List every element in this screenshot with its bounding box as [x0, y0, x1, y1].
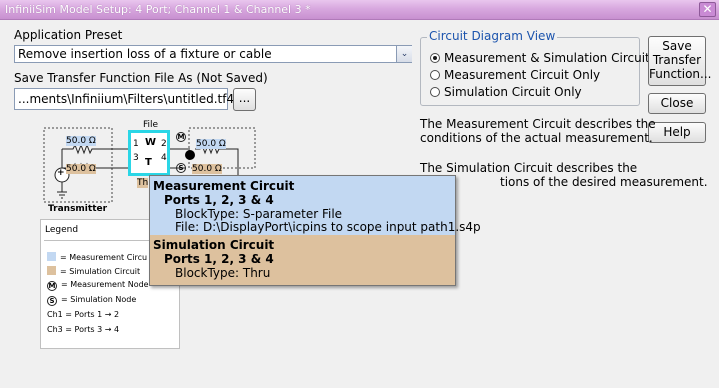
- port-4-label: 4: [161, 153, 167, 163]
- port-1-label: 1: [133, 139, 139, 149]
- legend-simulation-circuit: = Simulation Circuit: [47, 266, 140, 276]
- simulation-description-line1: The Simulation Circuit describes the: [420, 161, 638, 175]
- measurement-description-line1: The Measurement Circuit describes the: [420, 117, 656, 131]
- radio-measurement-and-simulation[interactable]: Measurement & Simulation Circuits: [430, 51, 656, 65]
- simulation-node-icon: S: [47, 296, 57, 306]
- legend-measurement-node-text: = Measurement Node: [61, 280, 149, 289]
- browse-button[interactable]: ...: [233, 88, 256, 111]
- close-button[interactable]: Close: [648, 93, 706, 114]
- application-preset-dropdown[interactable]: Remove insertion loss of a fixture or ca…: [14, 45, 412, 63]
- tooltip-measurement-blocktype: BlockType: S-parameter File: [175, 207, 343, 221]
- save-file-path-input[interactable]: ...ments\Infiniium\Filters\untitled.tf4: [14, 88, 234, 110]
- tooltip-measurement-file: File: D:\DisplayPort\icpins to scope inp…: [175, 220, 481, 234]
- save-file-path-value: ...ments\Infiniium\Filters\untitled.tf4: [18, 92, 235, 106]
- radio-simulation-only[interactable]: Simulation Circuit Only: [430, 85, 582, 99]
- simulation-node-icon: S: [176, 163, 186, 173]
- application-preset-label: Application Preset: [14, 28, 123, 42]
- block-w-label: W: [145, 137, 157, 148]
- radio-label: Measurement & Simulation Circuits: [444, 51, 656, 65]
- save-transfer-function-label-line3: Function...: [649, 67, 712, 81]
- transmitter-label: Transmitter: [48, 204, 108, 214]
- tooltip-simulation-title: Simulation Circuit: [153, 238, 275, 252]
- help-button[interactable]: Help: [648, 122, 706, 143]
- chevron-down-icon[interactable]: ⌄: [396, 46, 412, 62]
- legend-measurement-circuit-text: = Measurement Circu: [60, 253, 148, 262]
- save-transfer-function-label-line1: Save: [662, 39, 692, 53]
- legend-simulation-node-text: = Simulation Node: [61, 295, 137, 304]
- port-2-label: 2: [161, 139, 167, 149]
- simulation-swatch: [47, 266, 56, 275]
- circuit-diagram-view-label: Circuit Diagram View: [427, 29, 558, 43]
- tooltip-measurement-title: Measurement Circuit: [153, 179, 295, 193]
- tooltip-simulation-blocktype: BlockType: Thru: [175, 266, 271, 280]
- window-close-button[interactable]: ✕: [699, 2, 716, 17]
- resistor-value-3: 50.0 Ω: [196, 139, 226, 149]
- save-transfer-function-button[interactable]: Save Transfer Function...: [648, 36, 712, 86]
- measurement-description: The Measurement Circuit describes the co…: [420, 117, 656, 145]
- radio-measurement-only[interactable]: Measurement Circuit Only: [430, 68, 600, 82]
- legend-measurement-node: M = Measurement Node: [47, 280, 149, 291]
- legend-title: Legend: [45, 225, 79, 235]
- radio-label: Simulation Circuit Only: [444, 85, 582, 99]
- port-3-label: 3: [133, 153, 139, 163]
- window-title: InfiniiSim Model Setup: 4 Port; Channel …: [5, 3, 311, 16]
- tooltip-simulation-section: Simulation Circuit Ports 1, 2, 3 & 4 Blo…: [150, 235, 455, 285]
- measurement-node-icon: M: [47, 281, 57, 291]
- legend-measurement-circuit: = Measurement Circu: [47, 252, 147, 262]
- radio-unselected-icon[interactable]: [430, 70, 440, 80]
- simulation-description: The Simulation Circuit describes the tio…: [420, 161, 708, 189]
- s-parameter-file-block[interactable]: W T 1 2 3 4: [128, 130, 170, 176]
- radio-selected-icon[interactable]: [430, 53, 440, 63]
- tooltip-measurement-ports: Ports 1, 2, 3 & 4: [164, 193, 274, 207]
- measurement-node-icon: M: [176, 132, 186, 142]
- resistor-value-1: 50.0 Ω: [66, 136, 96, 146]
- legend-simulation-circuit-text: = Simulation Circuit: [60, 267, 141, 276]
- measurement-swatch: [47, 252, 56, 261]
- legend-simulation-node: S = Simulation Node: [47, 295, 136, 306]
- simulation-description-line2: tions of the desired measurement.: [500, 175, 708, 189]
- tooltip-simulation-ports: Ports 1, 2, 3 & 4: [164, 252, 274, 266]
- block-info-tooltip: Measurement Circuit Ports 1, 2, 3 & 4 Bl…: [149, 175, 481, 286]
- resistor-value-4: 50.0 Ω: [192, 164, 222, 174]
- thru-block-label: Th: [137, 178, 149, 188]
- save-transfer-function-label-line2: Transfer: [652, 53, 702, 67]
- legend-ch1: Ch1 = Ports 1 → 2: [47, 310, 120, 319]
- resistor-value-2: 50.0 Ω: [66, 164, 96, 174]
- source-plus-label: +: [57, 168, 65, 178]
- file-block-label: File: [143, 120, 159, 130]
- legend-ch3: Ch3 = Ports 3 → 4: [47, 325, 120, 334]
- measurement-description-line2: conditions of the actual measurement.: [420, 131, 653, 145]
- block-t-label: T: [145, 157, 152, 168]
- radio-unselected-icon[interactable]: [430, 87, 440, 97]
- save-file-label: Save Transfer Function File As (Not Save…: [14, 71, 268, 85]
- tooltip-measurement-section: Measurement Circuit Ports 1, 2, 3 & 4 Bl…: [150, 176, 481, 235]
- radio-label: Measurement Circuit Only: [444, 68, 601, 82]
- application-preset-value: Remove insertion loss of a fixture or ca…: [18, 47, 272, 61]
